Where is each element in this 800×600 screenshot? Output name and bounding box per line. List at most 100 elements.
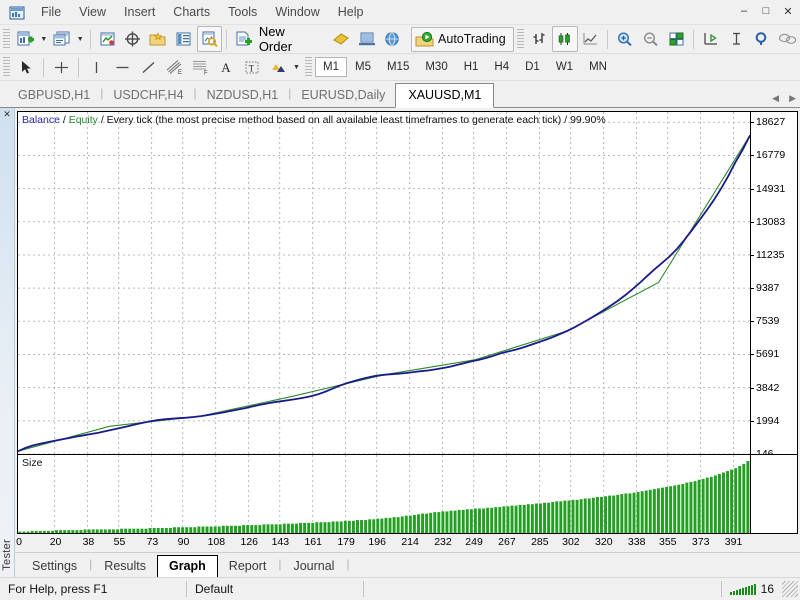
y-axis-tick <box>751 288 754 290</box>
chart-tab-nav: ◀ ▶ <box>772 93 796 104</box>
profiles-icon[interactable] <box>49 26 75 52</box>
text-label-icon[interactable]: T <box>239 54 265 80</box>
new-order-label[interactable]: New Order <box>257 24 329 54</box>
crosshair-icon[interactable] <box>48 54 74 80</box>
maximize-button[interactable]: □ <box>756 2 776 20</box>
metaeditor-icon[interactable] <box>329 26 355 52</box>
tile-windows-icon[interactable] <box>663 26 689 52</box>
tab-journal[interactable]: Journal <box>282 556 345 577</box>
fibonacci-icon[interactable]: F <box>187 54 213 80</box>
autotrading-globe-icon[interactable] <box>380 26 406 52</box>
bar-chart-icon[interactable] <box>527 26 553 52</box>
tools-toolbar: E F A T ▼ M1 M5 M15 M30 H1 H4 D1 W1 MN <box>0 54 800 81</box>
x-axis-label: 249 <box>465 536 483 548</box>
x-axis-label: 55 <box>113 536 126 548</box>
signal-bars-icon <box>729 583 756 595</box>
tab-results[interactable]: Results <box>93 556 157 577</box>
tab-settings[interactable]: Settings <box>21 556 88 577</box>
new-order-icon[interactable] <box>231 26 257 52</box>
navigator-icon[interactable] <box>120 26 146 52</box>
main-toolbar: ▼ ▼ New Order AutoTrading <box>0 24 800 54</box>
timeframe-m5[interactable]: M5 <box>347 57 379 77</box>
chart-tab-usdchf-h4[interactable]: USDCHF,H4 <box>103 84 193 107</box>
x-axis-label: 320 <box>595 536 613 548</box>
indicators-icon[interactable] <box>749 26 775 52</box>
status-connection[interactable]: 16 <box>722 578 782 600</box>
timeframe-h1[interactable]: H1 <box>456 57 487 77</box>
horizontal-line-icon[interactable] <box>109 54 135 80</box>
timeframe-m30[interactable]: M30 <box>417 57 455 77</box>
toolbar-grip[interactable] <box>3 29 10 49</box>
x-axis-label: 143 <box>271 536 290 548</box>
auto-scroll-icon[interactable] <box>698 26 724 52</box>
size-chart[interactable]: Size <box>17 455 798 534</box>
timeframe-w1[interactable]: W1 <box>548 57 581 77</box>
timeframe-m1[interactable]: M1 <box>315 57 347 77</box>
y-axis-tick <box>751 321 754 323</box>
candlestick-chart-icon[interactable] <box>552 26 578 52</box>
toolbar-grip[interactable] <box>3 57 10 77</box>
chart-shift-icon[interactable] <box>723 26 749 52</box>
timeframe-m15[interactable]: M15 <box>379 57 417 77</box>
menu-tools[interactable]: Tools <box>219 2 266 22</box>
shapes-dropdown[interactable]: ▼ <box>291 55 302 79</box>
minimize-button[interactable]: – <box>734 2 754 20</box>
timeframe-d1[interactable]: D1 <box>517 57 548 77</box>
menu-charts[interactable]: Charts <box>164 2 219 22</box>
chart-tab-gbpusd-h1[interactable]: GBPUSD,H1 <box>8 84 100 107</box>
chart-tab-nzdusd-h1[interactable]: NZDUSD,H1 <box>197 84 289 107</box>
graph-view: Balance / Equity / Every tick (the most … <box>15 108 800 552</box>
cursor-icon[interactable] <box>13 54 39 80</box>
x-axis-label: 267 <box>498 536 516 548</box>
menu-insert[interactable]: Insert <box>115 2 164 22</box>
data-window-icon[interactable] <box>146 26 172 52</box>
chart-tab-eurusd-daily[interactable]: EURUSD,Daily <box>291 84 395 107</box>
status-profile[interactable]: Default <box>187 578 363 600</box>
timeframe-mn[interactable]: MN <box>581 57 615 77</box>
autotrading-button[interactable]: AutoTrading <box>411 26 514 52</box>
toolbar-separator <box>78 57 79 77</box>
tab-scroll-left-icon[interactable]: ◀ <box>772 93 779 104</box>
new-chart-dropdown[interactable]: ▼ <box>38 27 49 51</box>
toolbar-grip[interactable] <box>305 57 312 77</box>
metaquotes-id-icon[interactable] <box>354 26 380 52</box>
size-plot[interactable]: Size <box>18 455 750 533</box>
vertical-line-icon[interactable] <box>83 54 109 80</box>
trendline-icon[interactable] <box>135 54 161 80</box>
market-watch-icon[interactable] <box>95 26 121 52</box>
app-icon <box>6 3 28 21</box>
menu-window[interactable]: Window <box>266 2 328 22</box>
resize-grip[interactable] <box>782 581 798 597</box>
equidistant-channel-icon[interactable]: E <box>161 54 187 80</box>
text-icon[interactable]: A <box>213 54 239 80</box>
profiles-dropdown[interactable]: ▼ <box>75 27 86 51</box>
menu-view[interactable]: View <box>70 2 115 22</box>
tab-graph[interactable]: Graph <box>156 555 218 578</box>
legend-quality: 99.90% <box>570 114 606 126</box>
balance-chart[interactable]: Balance / Equity / Every tick (the most … <box>17 111 798 460</box>
tab-report[interactable]: Report <box>218 556 278 577</box>
terminal-icon[interactable] <box>171 26 197 52</box>
tester-close-icon[interactable]: ✕ <box>3 110 11 119</box>
new-chart-icon[interactable] <box>13 26 39 52</box>
toolbar-grip[interactable] <box>516 29 524 49</box>
zoom-in-icon[interactable] <box>612 26 638 52</box>
size-bars-svg <box>18 455 750 533</box>
close-button[interactable]: ✕ <box>778 2 798 20</box>
balance-plot[interactable]: Balance / Equity / Every tick (the most … <box>18 112 750 454</box>
strategy-tester-icon[interactable] <box>196 26 223 52</box>
tab-scroll-right-icon[interactable]: ▶ <box>789 93 796 104</box>
menu-help[interactable]: Help <box>329 2 373 22</box>
line-chart-icon[interactable] <box>578 26 604 52</box>
y-axis-tick <box>751 354 754 356</box>
zoom-out-icon[interactable] <box>638 26 664 52</box>
objects-icon[interactable] <box>774 26 800 52</box>
legend-equity: Equity <box>68 114 98 126</box>
tester-panel-rail: ✕ Tester <box>0 108 15 577</box>
timeframe-h4[interactable]: H4 <box>486 57 517 77</box>
x-axis-label: 20 <box>49 536 62 548</box>
chart-tab-xauusd-m1[interactable]: XAUUSD,M1 <box>395 83 495 108</box>
menu-file[interactable]: File <box>32 2 70 22</box>
shapes-icon[interactable] <box>265 54 291 80</box>
y-axis-tick <box>751 387 754 389</box>
